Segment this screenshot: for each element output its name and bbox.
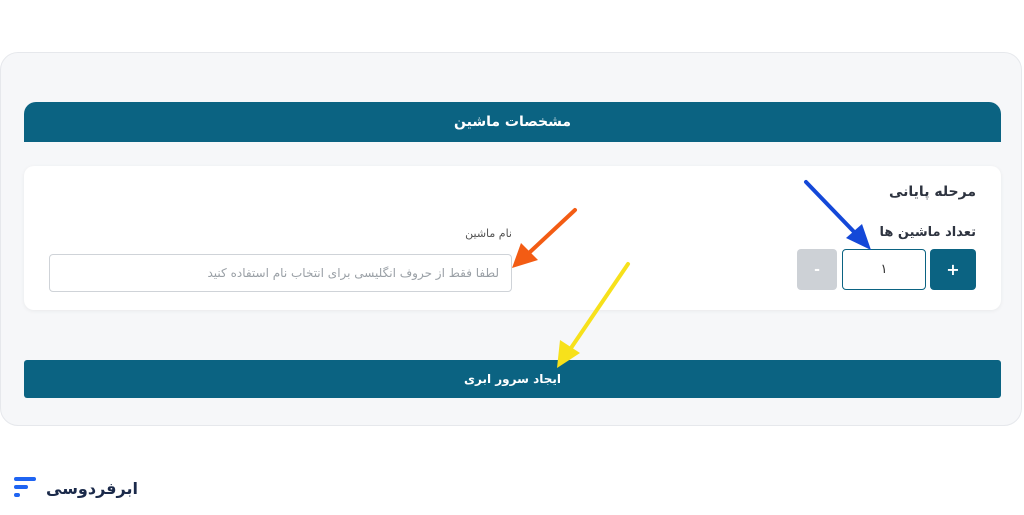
machine-count-input[interactable]: ۱ [842,249,926,290]
machine-name-label: نام ماشین [465,227,512,240]
increment-button[interactable]: + [930,249,976,290]
create-button-label: ایجاد سرور ابری [464,372,562,386]
brand-logo: ابرفردوسی [12,476,138,500]
create-cloud-server-button[interactable]: ایجاد سرور ابری [24,360,1001,398]
brand-name: ابرفردوسی [46,478,138,498]
machine-name-input[interactable]: لطفا فقط از حروف انگلیسی برای انتخاب نام… [49,254,512,292]
stage-title: مرحله پایانی [889,184,976,200]
section-header: مشخصات ماشین [24,102,1001,142]
brand-logo-icon [14,477,36,497]
machine-count-value: ۱ [880,262,888,277]
decrement-button[interactable]: - [797,249,837,290]
machine-count-label: تعداد ماشین ها [879,225,976,240]
section-title: مشخصات ماشین [454,114,572,130]
machine-name-placeholder: لطفا فقط از حروف انگلیسی برای انتخاب نام… [207,266,500,280]
